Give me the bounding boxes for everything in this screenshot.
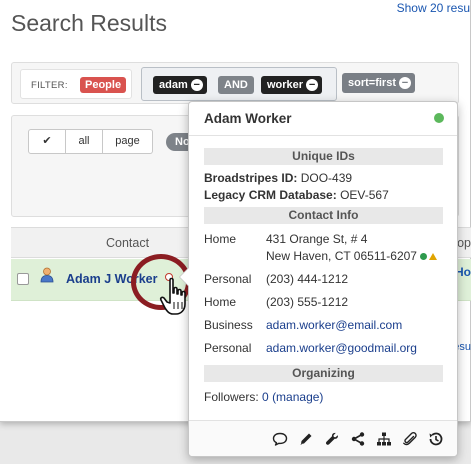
select-all-button[interactable]: all [66,129,103,154]
page-title: Search Results [11,10,167,36]
status-dot-icon [434,113,444,123]
person-icon [40,267,54,283]
column-header-contact[interactable]: Contact [106,236,149,250]
remove-chip-icon[interactable]: − [190,79,203,91]
card-header: Adam Worker [189,102,457,136]
address-line-2: New Haven, CT 06511-6207 [266,249,417,263]
address-line-2-row: New Haven, CT 06511-6207 [266,249,437,263]
followers-row: Followers: 0 (manage) [204,390,323,404]
phone-label: Home [204,295,237,309]
warning-icon[interactable] [428,253,437,260]
wrench-icon[interactable] [324,431,340,447]
query-chip-adam[interactable]: adam − [153,76,207,94]
address-line-1: 431 Orange St, # 4 [266,232,368,246]
id-row-legacy-crm: Legacy CRM Database: OEV-567 [204,188,389,202]
section-organizing: Organizing [204,365,443,382]
filter-label: FILTER: [31,80,68,91]
phone-label: Personal [204,272,252,286]
row-checkbox[interactable] [17,273,29,285]
sort-chip-label: sort=first [348,77,396,89]
sort-chip[interactable]: sort=first − [342,73,415,93]
filter-type-box: FILTER: People [20,69,132,99]
manage-followers-link[interactable]: (manage) [272,390,323,404]
section-contact-info: Contact Info [204,207,443,224]
card-pointer-inner [180,268,189,286]
chip-label: worker [267,79,304,91]
id-label: Legacy CRM Database: [204,188,337,202]
id-label: Broadstripes ID: [204,171,298,185]
query-box: adam − AND worker − [141,67,337,101]
comment-icon[interactable] [272,431,288,447]
select-button-group: ✔ all page [28,129,153,154]
contact-hover-card: Adam Worker Unique IDs Broadstripes ID: … [179,101,458,457]
email-link[interactable]: adam.worker@goodmail.org [266,341,417,355]
section-unique-ids: Unique IDs [204,148,443,165]
phone-value: (203) 555-1212 [266,295,349,309]
email-label: Personal [204,341,252,355]
address-status-icons [419,249,437,263]
paperclip-icon[interactable] [402,431,418,447]
followers-count-link[interactable]: 0 [262,390,269,404]
people-filter-badge[interactable]: People [80,77,127,93]
history-icon[interactable] [428,431,444,447]
filter-bar: FILTER: People adam − AND worker − sort=fi… [11,62,459,104]
chip-label: adam [159,79,188,91]
email-label: Business [204,318,253,332]
card-action-toolbar [189,420,457,456]
email-link[interactable]: adam.worker@email.com [266,318,402,332]
id-value: DOO-439 [300,171,353,185]
address-label: Home [204,232,237,246]
select-check-button[interactable]: ✔ [28,129,66,154]
select-page-button[interactable]: page [103,129,153,154]
remove-chip-icon[interactable]: − [306,79,319,91]
id-row-broadstripes: Broadstripes ID: DOO-439 [204,171,352,185]
and-operator[interactable]: AND [218,76,254,94]
pencil-icon[interactable] [298,431,314,447]
phone-value: (203) 444-1212 [266,272,349,286]
show-results-link[interactable]: Show 20 resu [397,1,470,15]
card-contact-name: Adam Worker [204,111,292,126]
share-icon[interactable] [350,431,366,447]
globe-icon[interactable] [419,253,427,260]
query-chip-worker[interactable]: worker − [261,76,323,94]
column-header-fragment[interactable]: op [457,236,471,250]
action-icons [272,431,444,447]
sitemap-icon[interactable] [376,431,392,447]
id-value: OEV-567 [340,188,389,202]
remove-sort-icon[interactable]: − [399,77,411,89]
followers-label: Followers: [204,390,259,404]
